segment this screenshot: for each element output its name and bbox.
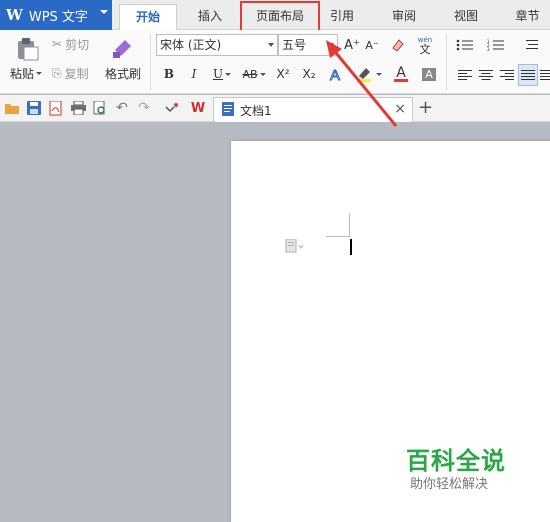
text-cursor: [350, 239, 352, 255]
watermark-title: 百科全说: [406, 447, 506, 475]
watermark-subtitle: 助你轻松解决: [410, 477, 489, 492]
margin-corner-marker: [326, 213, 350, 237]
paste-options-icon[interactable]: [285, 238, 305, 256]
